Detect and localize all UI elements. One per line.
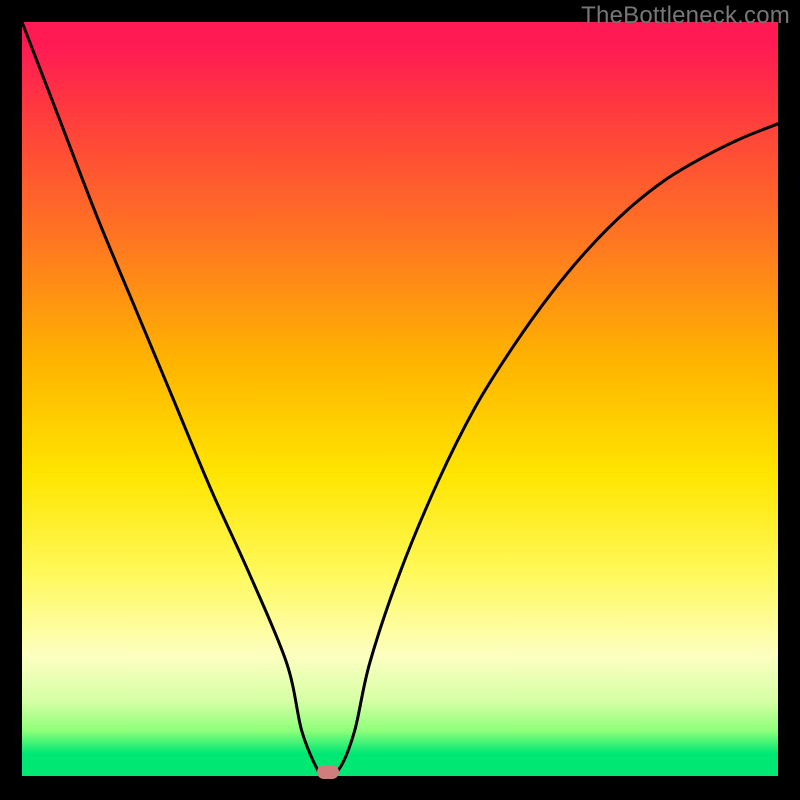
chart-stage: TheBottleneck.com <box>0 0 800 800</box>
plot-area <box>22 22 778 776</box>
optimum-marker <box>317 765 339 779</box>
bottleneck-curve <box>22 22 778 776</box>
watermark-text: TheBottleneck.com <box>581 2 790 30</box>
